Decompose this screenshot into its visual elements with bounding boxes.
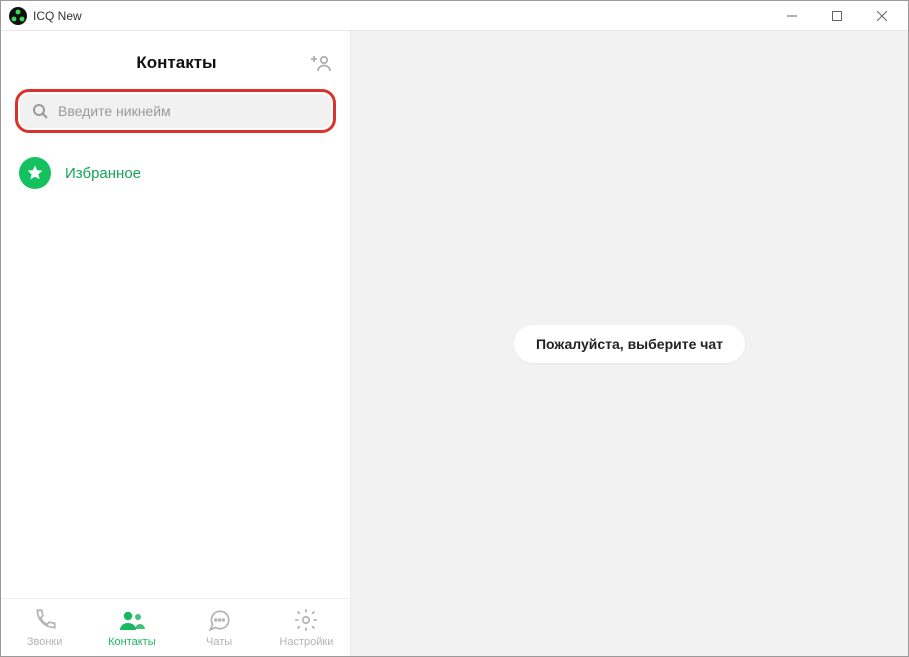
window-controls — [769, 2, 904, 30]
contacts-icon — [118, 607, 146, 633]
app-logo-icon — [9, 7, 27, 25]
contact-item-favorites[interactable]: Избранное — [1, 149, 350, 197]
phone-icon — [32, 607, 58, 633]
sidebar-header: Контакты — [1, 31, 350, 87]
nav-label: Контакты — [108, 636, 156, 648]
main-area: Пожалуйста, выберите чат — [351, 31, 908, 656]
sidebar: Контакты — [1, 31, 351, 656]
nav-item-settings[interactable]: Настройки — [263, 607, 350, 648]
titlebar: ICQ New — [1, 1, 908, 31]
maximize-button[interactable] — [814, 2, 859, 30]
app-content: Контакты — [1, 31, 908, 656]
bottom-nav: Звонки Контакты Чаты — [1, 598, 350, 656]
close-button[interactable] — [859, 2, 904, 30]
search-highlight — [15, 89, 336, 133]
nav-label: Звонки — [27, 636, 63, 648]
chat-icon — [206, 607, 232, 633]
nav-label: Чаты — [206, 636, 232, 648]
gear-icon — [293, 607, 319, 633]
search-icon — [32, 103, 48, 119]
sidebar-title: Контакты — [45, 53, 308, 73]
minimize-button[interactable] — [769, 2, 814, 30]
star-icon — [19, 157, 51, 189]
search-field[interactable] — [20, 94, 331, 128]
nav-item-contacts[interactable]: Контакты — [88, 607, 175, 648]
search-input[interactable] — [58, 103, 319, 119]
add-contact-button[interactable] — [308, 53, 332, 73]
placeholder-message: Пожалуйста, выберите чат — [514, 325, 745, 363]
nav-label: Настройки — [279, 636, 333, 648]
window-title: ICQ New — [33, 9, 82, 23]
contact-list: Избранное — [1, 145, 350, 598]
contact-label: Избранное — [65, 165, 141, 182]
nav-item-chats[interactable]: Чаты — [176, 607, 263, 648]
nav-item-calls[interactable]: Звонки — [1, 607, 88, 648]
